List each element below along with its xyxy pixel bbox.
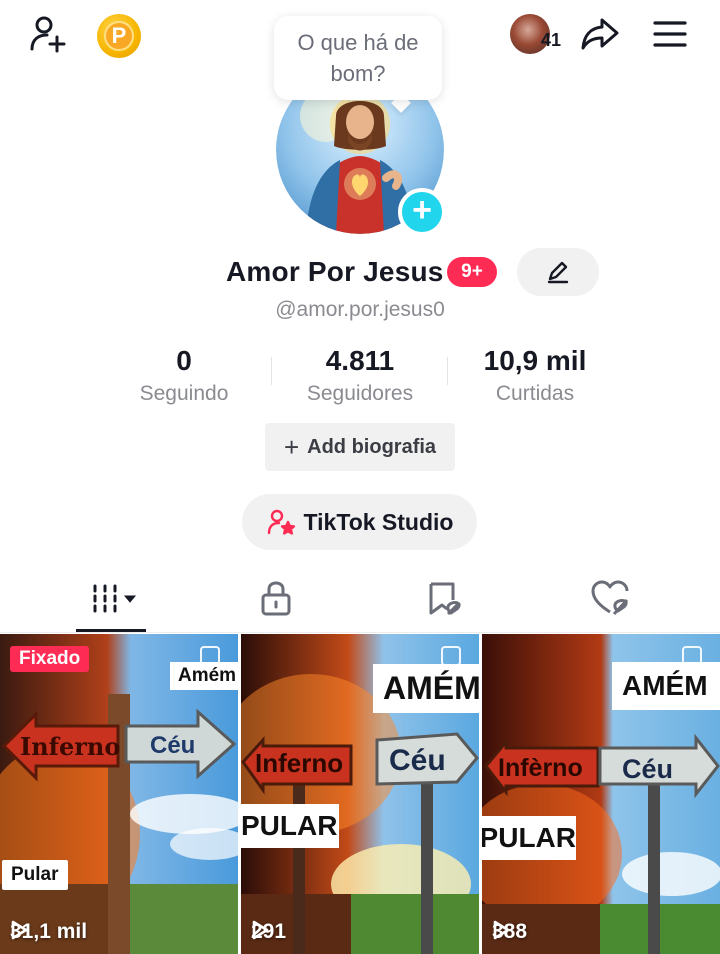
sign-left-text: Infèrno bbox=[498, 754, 583, 782]
pinned-badge: Fixado bbox=[10, 646, 90, 672]
sign-right-text: Céu bbox=[389, 744, 446, 777]
share-arrow-icon bbox=[581, 18, 619, 50]
video-caption-top: Amém bbox=[170, 662, 238, 690]
notification-badge[interactable]: 9+ bbox=[447, 257, 497, 287]
view-count: 388 bbox=[492, 920, 527, 944]
video-caption-mid: PULAR bbox=[482, 816, 576, 860]
menu-button[interactable] bbox=[648, 12, 692, 56]
friends-count: 41 bbox=[541, 30, 562, 50]
edit-profile-button[interactable] bbox=[517, 248, 599, 296]
lock-icon bbox=[261, 581, 291, 616]
pencil-icon bbox=[547, 261, 569, 284]
videos-grid-icon bbox=[93, 584, 137, 613]
video-caption-bottom: Pular bbox=[2, 860, 68, 890]
plus-icon: + bbox=[412, 191, 432, 229]
profile-name: Amor Por Jesus bbox=[226, 256, 444, 287]
video-caption-top: AMÉM bbox=[612, 662, 720, 710]
tabs-divider bbox=[0, 632, 720, 633]
tab-videos[interactable] bbox=[68, 574, 158, 622]
video-thumbnail[interactable]: AMÉM Inferno Céu PULAR 291 bbox=[241, 634, 479, 954]
person-plus-icon bbox=[30, 16, 66, 53]
sign-right-text: Céu bbox=[150, 732, 196, 759]
play-icon bbox=[493, 920, 510, 940]
view-count: 31,1 mil bbox=[10, 920, 87, 944]
add-friend-button[interactable] bbox=[26, 12, 70, 56]
add-bio-button[interactable]: + Add biografia bbox=[265, 423, 455, 471]
video-caption-mid: PULAR bbox=[241, 804, 339, 848]
stat-following[interactable]: 0 Seguindo bbox=[94, 344, 274, 408]
sign-right-text: Céu bbox=[622, 754, 674, 784]
video-thumbnail[interactable]: Fixado Amém Inferno Céu Pular 31,1 mil bbox=[0, 634, 238, 954]
following-count: 0 bbox=[176, 345, 192, 376]
bubble-line-2: bom? bbox=[330, 61, 386, 86]
liked-icon bbox=[591, 580, 629, 616]
play-icon bbox=[252, 920, 269, 940]
hamburger-icon bbox=[653, 21, 687, 47]
video-caption-top: AMÉM bbox=[373, 664, 479, 713]
followers-count: 4.811 bbox=[325, 345, 395, 376]
following-label: Seguindo bbox=[139, 382, 229, 405]
share-button[interactable] bbox=[578, 12, 622, 56]
likes-label: Curtidas bbox=[495, 382, 575, 405]
tab-liked[interactable] bbox=[565, 574, 655, 622]
bubble-line-1: O que há de bbox=[297, 30, 419, 55]
video-thumbnail[interactable]: AMÉM Infèrno Céu PULAR 388 bbox=[482, 634, 720, 954]
stat-likes[interactable]: 10,9 mil Curtidas bbox=[445, 344, 625, 408]
coin-icon: P bbox=[104, 21, 134, 51]
favorites-icon bbox=[429, 582, 461, 616]
tab-favorites[interactable] bbox=[398, 574, 488, 622]
add-photo-button[interactable]: + bbox=[398, 188, 446, 236]
plus-icon: + bbox=[283, 432, 300, 462]
followers-label: Seguidores bbox=[306, 382, 414, 405]
sign-left-text: Inferno bbox=[20, 732, 121, 761]
sign-left-text: Inferno bbox=[255, 748, 344, 778]
play-icon bbox=[11, 920, 28, 940]
select-checkbox[interactable] bbox=[441, 646, 461, 666]
profile-handle: @amor.por.jesus0 bbox=[275, 298, 445, 321]
stat-followers[interactable]: 4.811 Seguidores bbox=[270, 344, 450, 408]
view-count: 291 bbox=[251, 920, 286, 944]
tab-private[interactable] bbox=[231, 574, 321, 622]
tiktok-studio-button[interactable]: TikTok Studio bbox=[242, 494, 477, 550]
likes-count: 10,9 mil bbox=[483, 345, 587, 376]
tiktok-studio-label: TikTok Studio bbox=[303, 508, 454, 535]
add-bio-label: Add biografia bbox=[307, 435, 437, 458]
creator-star-icon bbox=[267, 509, 295, 535]
coins-button[interactable]: P bbox=[97, 14, 141, 58]
status-bubble[interactable]: O que há de bom? bbox=[274, 16, 442, 100]
